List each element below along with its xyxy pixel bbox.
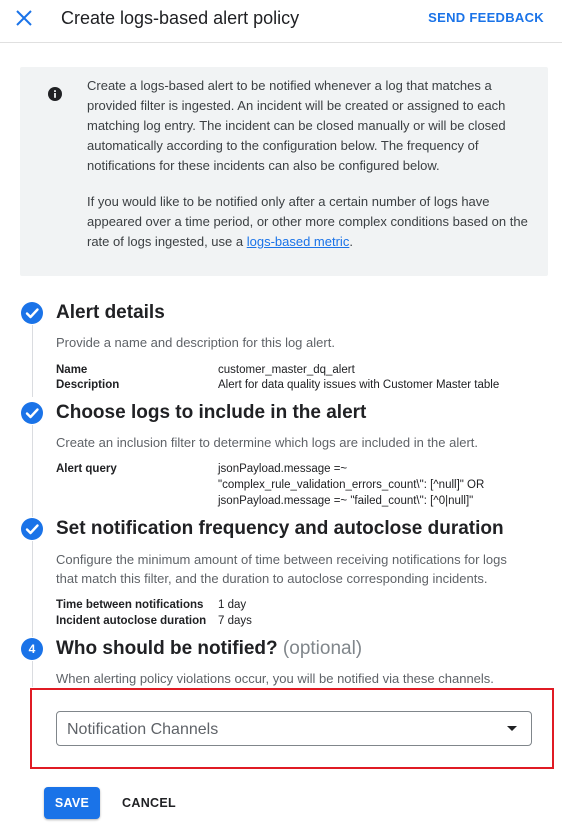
step-3-description-line-1: Configure the minimum amount of time bet… — [56, 552, 507, 567]
step-4-title[interactable]: Who should be notified? (optional) — [56, 637, 362, 661]
optional-label: (optional) — [282, 638, 363, 659]
step-3-title[interactable]: Set notification frequency and autoclose… — [56, 517, 504, 541]
alert-query-line-1: jsonPayload.message =~ — [218, 463, 348, 475]
alert-query-line-2: "complex_rule_validation_errors_count\":… — [218, 479, 485, 491]
check-icon — [25, 524, 39, 535]
step-2-title[interactable]: Choose logs to include in the alert — [56, 401, 366, 425]
description-label: Description — [56, 379, 120, 391]
info-banner: Create a logs-based alert to be notified… — [20, 67, 548, 276]
alert-query-line-3: jsonPayload.message =~ "failed_count\": … — [218, 495, 474, 507]
step-1-complete-icon — [21, 302, 43, 324]
save-button[interactable]: SAVE — [44, 787, 100, 819]
dropdown-arrow-icon — [507, 726, 517, 731]
time-between-notifications-label: Time between notifications — [56, 599, 204, 611]
step-4-number: 4 — [28, 642, 36, 656]
step-1-title[interactable]: Alert details — [56, 301, 165, 325]
page-title: Create logs-based alert policy — [61, 8, 300, 28]
dialog-header: Create logs-based alert policy SEND FEED… — [0, 0, 562, 43]
step-3-description-line-2: that match this filter, and the duration… — [56, 571, 488, 586]
step-1-description: Provide a name and description for this … — [56, 335, 335, 350]
step-4-description: When alerting policy violations occur, y… — [56, 671, 494, 686]
step-4-title-text: Who should be notified? — [56, 638, 278, 659]
step-2-complete-icon — [21, 402, 43, 424]
close-button[interactable] — [12, 6, 36, 30]
info-text: Create a logs-based alert to be notified… — [87, 76, 539, 252]
info-paragraph-1: Create a logs-based alert to be notified… — [87, 78, 506, 173]
time-between-notifications-value: 1 day — [218, 599, 247, 611]
description-value: Alert for data quality issues with Custo… — [218, 379, 500, 391]
close-icon — [16, 10, 32, 26]
step-connector-1 — [32, 325, 33, 397]
check-icon — [25, 408, 39, 419]
step-3-complete-icon — [21, 518, 43, 540]
incident-autoclose-value: 7 days — [218, 615, 252, 627]
check-icon — [25, 308, 39, 319]
logs-based-metric-link[interactable]: logs-based metric — [247, 234, 350, 249]
info-paragraph-2: If you would like to be notified only af… — [87, 192, 539, 252]
notification-channels-select[interactable]: Notification Channels — [56, 711, 532, 746]
notification-channels-label: Notification Channels — [67, 721, 219, 738]
incident-autoclose-label: Incident autoclose duration — [56, 615, 207, 627]
step-connector-3 — [32, 541, 33, 637]
step-connector-4 — [32, 661, 33, 687]
step-4-number-badge: 4 — [21, 638, 43, 660]
alert-query-label: Alert query — [56, 463, 117, 475]
step-connector-2 — [32, 425, 33, 517]
step-2-description: Create an inclusion filter to determine … — [56, 435, 479, 450]
info-paragraph-2-end: . — [349, 234, 353, 249]
name-label: Name — [56, 364, 88, 376]
name-value: customer_master_dq_alert — [218, 364, 355, 376]
info-icon — [48, 87, 62, 101]
cancel-button[interactable]: CANCEL — [114, 787, 184, 819]
send-feedback-button[interactable]: SEND FEEDBACK — [428, 10, 544, 25]
